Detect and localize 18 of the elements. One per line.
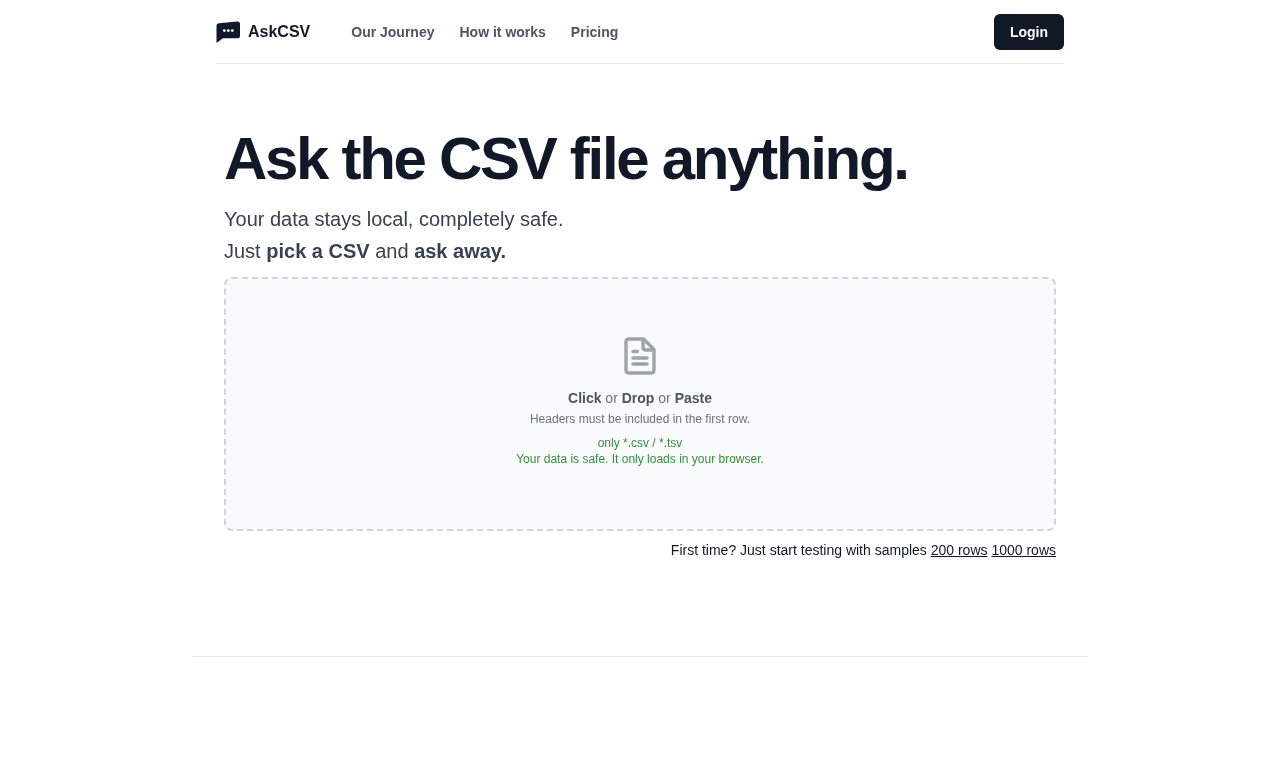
samples-text: First time? Just start testing with samples 200 rows 1000 rows: [670, 541, 1056, 560]
login-button[interactable]: Login: [993, 13, 1064, 50]
sample-link[interactable]: 1000 rows: [991, 542, 1056, 558]
safety-note: only *.csv / *.tsv: [597, 435, 683, 451]
document-icon: [624, 337, 656, 375]
file-drop-zone[interactable]: Click or Drop or Paste Headers must be included in the first row. only *.csv / *.tsv Your data is safe. It only loads in your browser.: [224, 277, 1056, 531]
drop-hint: Headers must be included in the first row.: [529, 411, 751, 427]
drop-prompt: Click or Drop or Paste: [568, 389, 712, 408]
hero-subtitle: Just pick a CSV and ask away.: [224, 239, 508, 264]
hero-subtitle: Your data stays local, completely safe.: [224, 207, 565, 232]
nav-link[interactable]: Our Journey: [351, 23, 435, 40]
safety-note: Your data is safe. It only loads in your browser.: [516, 451, 764, 467]
brand-name[interactable]: AskCSV: [248, 22, 311, 41]
nav-link[interactable]: Pricing: [570, 23, 619, 40]
sample-link[interactable]: 200 rows: [930, 542, 988, 558]
chat-bubble-icon: [216, 20, 240, 43]
hero-title: Ask the CSV file anything.: [224, 129, 909, 189]
nav-link[interactable]: How it works: [459, 23, 546, 40]
